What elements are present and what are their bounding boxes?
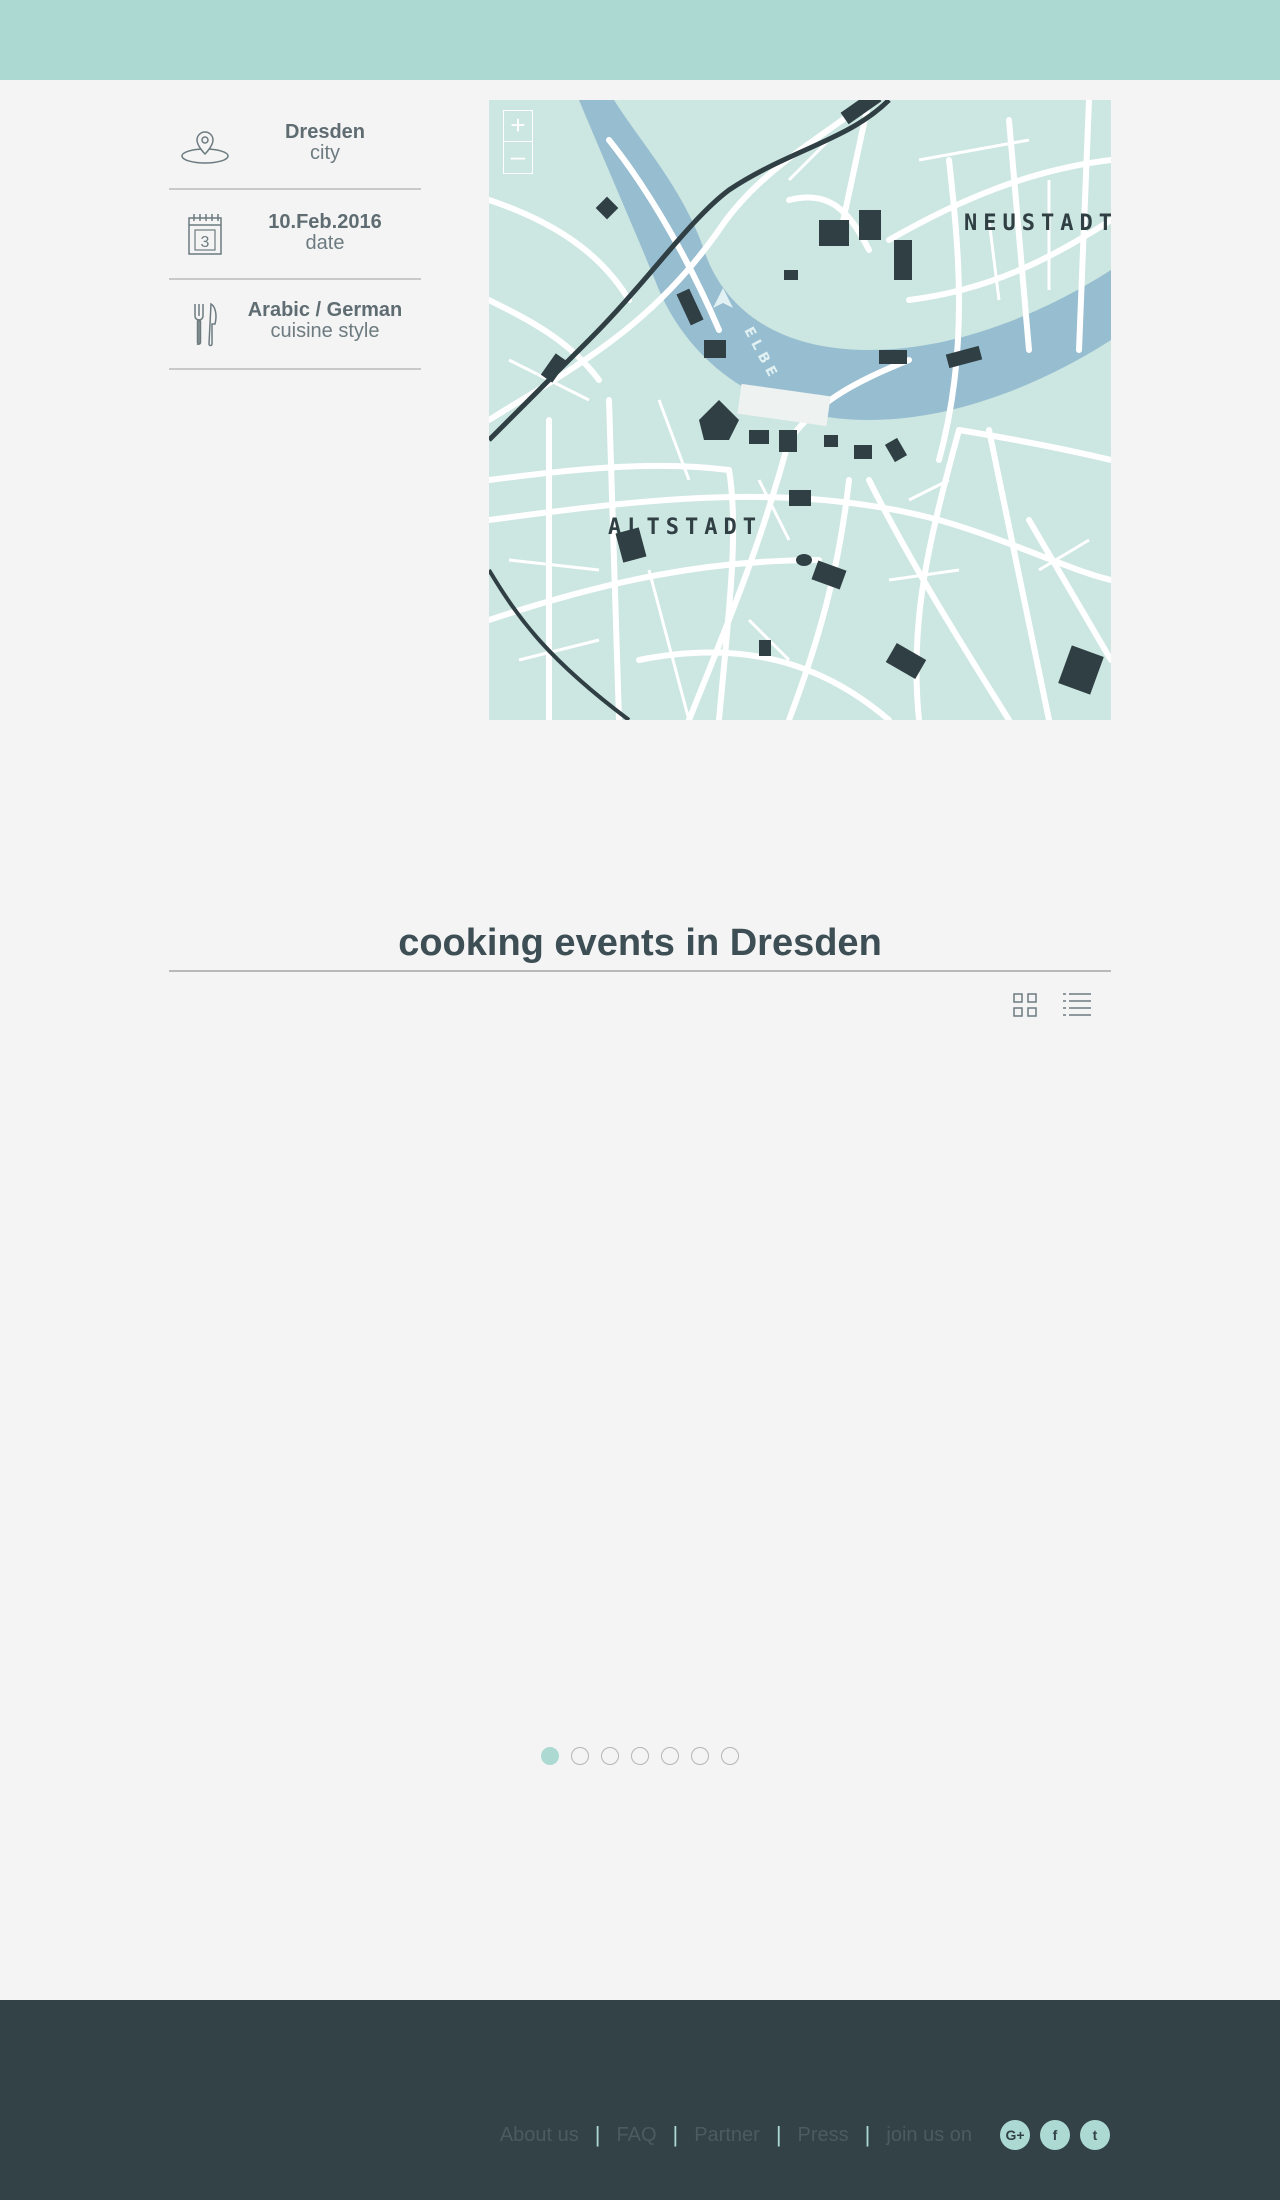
location-pin-icon [181, 131, 229, 164]
pagination-dot[interactable] [601, 1747, 619, 1765]
footer-link-about[interactable]: About us [500, 2124, 579, 2147]
footer-separator: | [594, 2122, 601, 2147]
pagination-dot[interactable] [571, 1747, 589, 1765]
google-plus-icon[interactable]: G+ [1000, 2120, 1030, 2150]
pagination-dot[interactable] [721, 1747, 739, 1765]
cuisine-label: cuisine style [270, 320, 380, 342]
calendar-day: 3 [201, 234, 210, 251]
neustadt-label: NEUSTADT [964, 211, 1111, 236]
footer-link-press[interactable]: Press [798, 2124, 849, 2147]
city-info-row: Dresden city [169, 100, 421, 190]
footer-link-faq[interactable]: FAQ [616, 2124, 656, 2147]
twitter-icon[interactable]: t [1080, 2120, 1110, 2150]
join-us-text: join us on [886, 2123, 972, 2146]
footer-separator: | [672, 2122, 679, 2147]
events-section-title: cooking events in Dresden [398, 922, 882, 964]
footer-nav: About us | FAQ | Partner | Press | join … [500, 2120, 1110, 2150]
date-value: 10.Feb.2016 [268, 211, 382, 233]
footer-separator: | [864, 2122, 871, 2147]
site-footer: About us | FAQ | Partner | Press | join … [0, 2000, 1280, 2200]
calendar-icon: 3 [188, 214, 222, 255]
list-view-icon[interactable] [1062, 990, 1092, 1018]
map-zoom-control: + – [503, 110, 533, 174]
cuisine-value: Arabic / German [247, 299, 403, 321]
cuisine-info-row: Arabic / German cuisine style [169, 280, 421, 370]
footer-link-partner[interactable]: Partner [694, 2124, 760, 2147]
city-map[interactable]: NEUSTADT ALTSTADT ELBE + – [489, 100, 1111, 720]
pagination-dot[interactable] [541, 1747, 559, 1765]
city-label: city [310, 142, 340, 164]
zoom-out-button[interactable]: – [504, 142, 532, 173]
city-value: Dresden [284, 121, 366, 143]
footer-separator: | [775, 2122, 782, 2147]
pagination-dot[interactable] [661, 1747, 679, 1765]
date-info-row: 3 10.Feb.2016 date [169, 190, 421, 280]
zoom-in-button[interactable]: + [504, 111, 532, 142]
event-info-panel: Dresden city 3 10.Feb.2016 date Arabic / [169, 100, 421, 370]
pagination-dot[interactable] [691, 1747, 709, 1765]
map-graphic[interactable]: NEUSTADT ALTSTADT ELBE [489, 100, 1111, 720]
top-header-bar [0, 0, 1280, 80]
pagination-dot[interactable] [631, 1747, 649, 1765]
date-label: date [305, 232, 345, 254]
pagination-dots [541, 1747, 739, 1767]
fork-knife-icon [194, 302, 217, 347]
section-divider [169, 970, 1111, 972]
altstadt-label: ALTSTADT [608, 515, 762, 540]
facebook-icon[interactable]: f [1040, 2120, 1070, 2150]
grid-view-icon[interactable] [1012, 992, 1038, 1018]
